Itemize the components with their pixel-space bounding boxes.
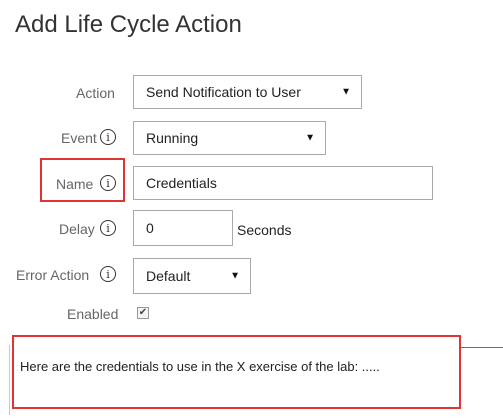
- chevron-down-icon: ▼: [341, 86, 351, 98]
- enabled-checkbox[interactable]: ✔: [137, 307, 149, 319]
- info-icon[interactable]: i: [100, 175, 116, 191]
- name-label: Name: [56, 176, 94, 192]
- error-action-select-value: Default: [146, 268, 191, 284]
- action-select[interactable]: Send Notification to User ▼: [133, 75, 362, 109]
- textarea-focus-line: [460, 347, 503, 348]
- chevron-down-icon: ▼: [305, 132, 315, 144]
- event-select-value: Running: [146, 130, 199, 146]
- info-icon[interactable]: i: [100, 220, 116, 236]
- event-label: Event: [61, 130, 97, 146]
- info-icon[interactable]: i: [100, 129, 116, 145]
- delay-input[interactable]: 0: [133, 210, 233, 246]
- delay-unit: Seconds: [237, 222, 292, 238]
- checkmark-icon: ✔: [138, 307, 148, 318]
- error-action-select[interactable]: Default ▼: [133, 258, 251, 294]
- action-label: Action: [76, 85, 115, 101]
- action-select-value: Send Notification to User: [146, 84, 301, 100]
- name-input[interactable]: Credentials: [133, 166, 433, 200]
- delay-label: Delay: [59, 221, 95, 237]
- error-action-label: Error Action: [16, 267, 90, 283]
- message-textarea-border: [9, 345, 10, 415]
- delay-input-value: 0: [146, 220, 154, 236]
- dialog-title: Add Life Cycle Action: [15, 11, 242, 38]
- info-icon[interactable]: i: [100, 266, 116, 282]
- message-textarea[interactable]: Here are the credentials to use in the X…: [20, 359, 380, 374]
- name-input-value: Credentials: [146, 175, 217, 191]
- enabled-label: Enabled: [67, 306, 119, 322]
- chevron-down-icon: ▼: [230, 270, 240, 282]
- event-select[interactable]: Running ▼: [133, 121, 326, 155]
